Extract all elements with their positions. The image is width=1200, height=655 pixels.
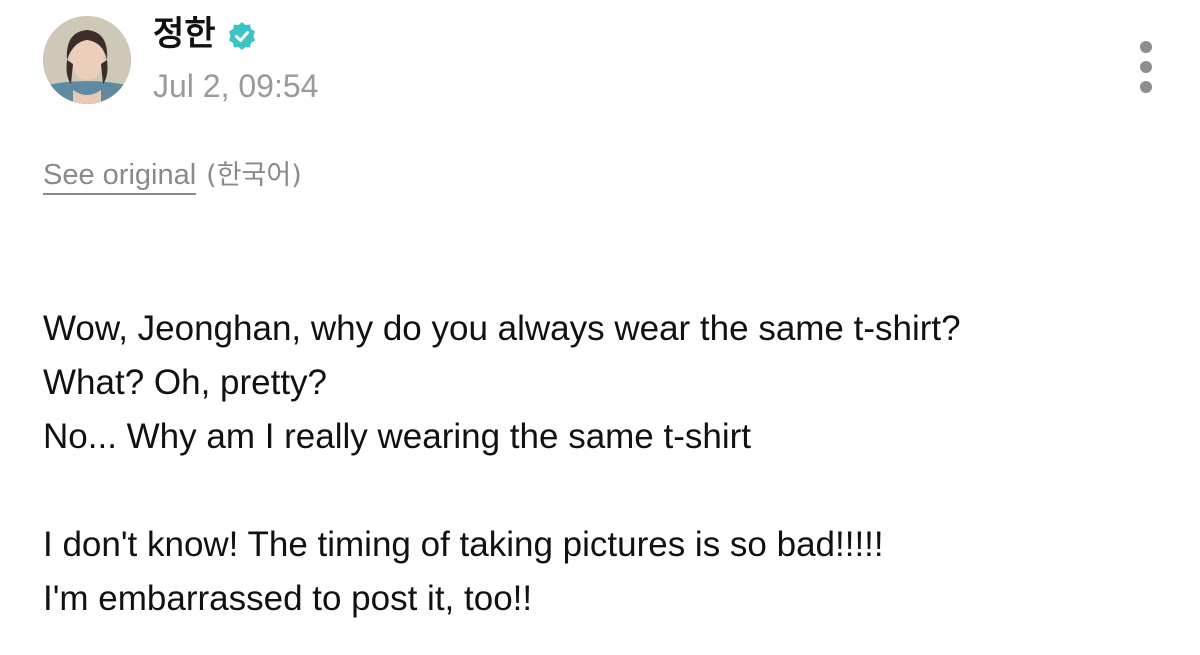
avatar-photo: [43, 16, 131, 104]
more-dot: [1140, 61, 1152, 73]
post-text-line: I'm embarrassed to post it, too!!: [43, 579, 533, 618]
post-text-line: Wow, Jeonghan, why do you always wear th…: [43, 309, 961, 348]
post-card: 정한 Jul 2, 09:54 See original (한국어) Wow, J…: [0, 0, 1200, 655]
post-text-spacer: [43, 464, 1173, 518]
original-language-label: (한국어): [206, 160, 302, 191]
more-dot: [1140, 81, 1152, 93]
post-text-line: No... Why am I really wearing the same t…: [43, 417, 751, 456]
translation-row: See original (한국어): [43, 156, 302, 195]
more-vertical-icon: [1140, 41, 1152, 53]
post-body: Wow, Jeonghan, why do you always wear th…: [43, 302, 1173, 626]
post-text-line: What? Oh, pretty?: [43, 363, 328, 402]
post-timestamp: Jul 2, 09:54: [153, 68, 319, 104]
more-options-button[interactable]: [1126, 36, 1166, 98]
verified-badge-icon: [229, 22, 255, 50]
see-original-link[interactable]: See original: [43, 159, 197, 195]
post-text-line: I don't know! The timing of taking pictu…: [43, 525, 884, 564]
author-name[interactable]: 정한: [153, 14, 216, 54]
author-avatar[interactable]: [43, 16, 131, 104]
